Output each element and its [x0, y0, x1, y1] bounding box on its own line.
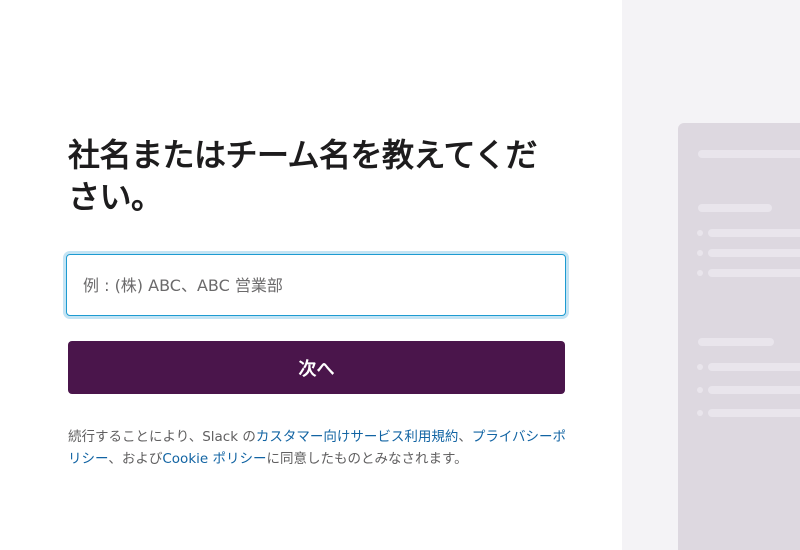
next-button[interactable]: 次へ — [68, 341, 565, 394]
preview-placeholder-dot — [697, 387, 703, 393]
cookie-policy-link[interactable]: Cookie ポリシー — [162, 451, 266, 467]
preview-placeholder-line — [708, 229, 800, 237]
preview-placeholder-line — [708, 386, 800, 394]
signup-page: 社名またはチーム名を教えてください。 次へ 続行することにより、Slack のカ… — [0, 0, 800, 550]
preview-placeholder-dot — [697, 230, 703, 236]
workspace-preview-card — [678, 123, 800, 550]
terms-and-text: 、および — [108, 451, 163, 467]
preview-placeholder-dot — [697, 364, 703, 370]
page-title: 社名またはチーム名を教えてください。 — [68, 136, 537, 216]
preview-placeholder-line — [698, 338, 774, 346]
terms-prefix-text: 続行することにより、Slack の — [68, 429, 256, 445]
terms-separator-text: 、 — [458, 429, 472, 445]
preview-placeholder-line — [698, 150, 800, 158]
terms-notice: 続行することにより、Slack のカスタマー向けサービス利用規約、プライバシーポ… — [68, 426, 568, 470]
terms-suffix-text: に同意したものとみなされます。 — [266, 451, 468, 467]
preview-placeholder-line — [698, 204, 772, 212]
preview-placeholder-dot — [697, 270, 703, 276]
preview-placeholder-line — [708, 363, 800, 371]
customer-terms-link[interactable]: カスタマー向けサービス利用規約 — [256, 429, 459, 445]
workspace-preview-pane — [622, 0, 800, 550]
preview-placeholder-dot — [697, 250, 703, 256]
signup-form-pane: 社名またはチーム名を教えてください。 次へ 続行することにより、Slack のカ… — [0, 0, 622, 550]
preview-placeholder-line — [708, 249, 800, 257]
preview-placeholder-line — [708, 269, 800, 277]
preview-placeholder-line — [708, 409, 800, 417]
team-name-input[interactable] — [66, 254, 566, 316]
preview-placeholder-dot — [697, 410, 703, 416]
